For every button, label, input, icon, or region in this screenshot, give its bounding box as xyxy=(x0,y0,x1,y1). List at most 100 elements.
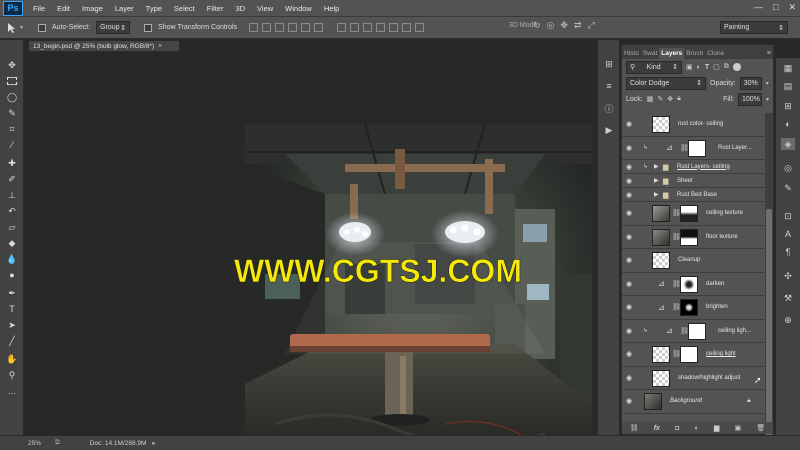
tab-brush[interactable]: Brush xyxy=(684,48,705,59)
clone-stamp-tool-icon[interactable]: ⊥ xyxy=(4,188,20,202)
pen-tool-icon[interactable]: ✒ xyxy=(4,286,20,300)
fill-input[interactable]: 100% xyxy=(737,92,762,106)
workspace-dropdown[interactable]: Painting ⇕ xyxy=(720,21,788,34)
distribute-hcenter-icon[interactable] xyxy=(389,23,399,32)
expand-arrow-icon[interactable]: ▶ xyxy=(654,163,659,170)
layer-group-row[interactable]: ◉ ▶ ▆ Sheet xyxy=(622,174,765,188)
3d-rotate-icon[interactable]: ↻ xyxy=(533,20,541,31)
navigator-panel-icon[interactable]: ⊞ xyxy=(781,100,795,112)
minimize-button[interactable]: — xyxy=(754,2,763,13)
clone-source-icon[interactable]: ⊕ xyxy=(781,314,795,326)
distribute-top-icon[interactable] xyxy=(337,23,347,32)
auto-select-dropdown[interactable]: Group ⇕ xyxy=(96,21,131,34)
actions-panel-icon[interactable]: ▶ xyxy=(602,124,616,136)
type-tool-icon[interactable]: T xyxy=(4,302,20,316)
line-tool-icon[interactable]: ╱ xyxy=(4,334,20,348)
3d-slide-icon[interactable]: ⇄ xyxy=(574,20,582,31)
tool-preset-picker[interactable]: ▾ xyxy=(6,20,32,36)
blur-tool-icon[interactable]: 💧 xyxy=(4,252,20,266)
status-menu-arrow-icon[interactable]: ▸ xyxy=(152,439,155,447)
auto-align-icon[interactable] xyxy=(415,23,425,32)
hand-tool-icon[interactable]: ✋ xyxy=(4,352,20,366)
layer-row[interactable]: ◉ ⊿ ⛓ brighten xyxy=(622,296,765,320)
eye-icon[interactable]: ◉ xyxy=(626,327,632,335)
filter-toggle-icon[interactable] xyxy=(732,63,741,71)
menu-filter[interactable]: Filter xyxy=(201,4,230,13)
status-share-icon[interactable]: ⧉ xyxy=(55,439,60,447)
chevron-down-icon[interactable]: ▾ xyxy=(766,80,769,87)
distribute-bottom-icon[interactable] xyxy=(363,23,373,32)
lock-pixels-icon[interactable]: ✎ xyxy=(657,95,663,103)
healing-brush-tool-icon[interactable]: ✚ xyxy=(4,156,20,170)
eye-icon[interactable]: ◉ xyxy=(626,191,632,199)
styles-panel-icon[interactable]: ⊡ xyxy=(781,210,795,222)
move-tool-icon[interactable]: ✥ xyxy=(4,58,20,72)
eye-icon[interactable]: ◉ xyxy=(626,256,632,264)
layer-row[interactable]: ◉ rust color- ceiling xyxy=(622,113,765,137)
align-vcenter-icon[interactable] xyxy=(262,23,272,32)
eye-icon[interactable]: ◉ xyxy=(626,177,632,185)
properties-panel-icon[interactable]: ≡ xyxy=(602,80,616,92)
new-layer-icon[interactable]: ▣ xyxy=(735,424,742,432)
tab-layers[interactable]: Layers xyxy=(659,48,685,59)
close-window-button[interactable]: ✕ xyxy=(788,2,796,13)
paths-panel-icon[interactable]: ✎ xyxy=(781,182,795,194)
layer-row[interactable]: ◉ ↳ ⊿ ⛓ Rust Layer... xyxy=(622,136,765,160)
layer-row[interactable]: ◉ ↳ ⊿ ⛓ ceiling ligh... xyxy=(622,319,765,343)
layer-row[interactable]: ◉ Cleanup xyxy=(622,249,765,273)
lock-transparency-icon[interactable]: ▦ xyxy=(647,95,654,103)
menu-view[interactable]: View xyxy=(251,4,279,13)
show-transform-checkbox[interactable] xyxy=(144,23,153,32)
brush-tool-icon[interactable]: ✐ xyxy=(4,172,20,186)
auto-select-checkbox[interactable] xyxy=(38,23,46,32)
eye-icon[interactable]: ◉ xyxy=(626,280,632,288)
color-panel-icon[interactable]: ▦ xyxy=(781,62,795,74)
menu-image[interactable]: Image xyxy=(76,4,109,13)
crop-tool-icon[interactable]: ⌗ xyxy=(4,122,20,136)
filter-pixel-icon[interactable]: ▣ xyxy=(686,63,693,71)
eye-icon[interactable]: ◉ xyxy=(626,233,632,241)
menu-layer[interactable]: Layer xyxy=(109,4,140,13)
brush-presets-icon[interactable]: ✣ xyxy=(781,270,795,282)
tab-clone[interactable]: Clone xyxy=(705,48,726,59)
trash-icon[interactable]: 🗑︎ xyxy=(756,424,765,432)
layers-scrollbar[interactable] xyxy=(765,113,773,450)
path-select-tool-icon[interactable]: ➤ xyxy=(4,318,20,332)
menu-help[interactable]: Help xyxy=(318,4,345,13)
menu-type[interactable]: Type xyxy=(140,4,168,13)
layer-group-row[interactable]: ◉ ▶ ▆ Rust Bed Base xyxy=(622,188,765,202)
kind-filter-dropdown[interactable]: ⚲ Kind ⇕ xyxy=(626,60,682,74)
maximize-button[interactable]: □ xyxy=(773,2,778,13)
eye-icon[interactable]: ◉ xyxy=(626,397,632,405)
eye-icon[interactable]: ◉ xyxy=(626,209,632,217)
menu-edit[interactable]: Edit xyxy=(51,4,76,13)
layer-row[interactable]: ◉ shadow/highlight adjust ➚ xyxy=(622,366,765,390)
tab-swatches[interactable]: Swat xyxy=(641,48,659,59)
layer-row[interactable]: ◉ ⛓ ceiling light xyxy=(622,343,765,367)
align-left-icon[interactable] xyxy=(288,23,298,32)
3d-roll-icon[interactable]: ◎ xyxy=(547,20,555,31)
info-panel-icon[interactable]: ⓘ xyxy=(602,102,616,114)
align-hcenter-icon[interactable] xyxy=(301,23,311,32)
align-bottom-icon[interactable] xyxy=(275,23,285,32)
filter-smart-icon[interactable]: ⧉ xyxy=(724,63,729,71)
eye-icon[interactable]: ◉ xyxy=(626,350,632,358)
new-adjustment-icon[interactable]: ◐ xyxy=(695,425,699,432)
history-brush-tool-icon[interactable]: ↶ xyxy=(4,204,20,218)
history-panel-icon[interactable]: ⊞ xyxy=(602,58,616,70)
scrollbar-thumb[interactable] xyxy=(766,209,772,450)
link-layers-icon[interactable]: ⛓ xyxy=(630,424,639,432)
zoom-level[interactable]: 25% xyxy=(28,440,41,447)
more-tools-icon[interactable]: … xyxy=(4,384,20,398)
chevron-down-icon[interactable]: ▾ xyxy=(766,96,769,103)
eyedropper-tool-icon[interactable]: ⁄ xyxy=(4,138,20,152)
dodge-tool-icon[interactable]: ● xyxy=(4,268,20,282)
eye-icon[interactable]: ◉ xyxy=(626,163,632,171)
3d-pan-icon[interactable]: ✥ xyxy=(560,20,568,31)
marquee-tool-icon[interactable] xyxy=(4,74,20,88)
new-group-icon[interactable]: ▆ xyxy=(714,424,719,432)
filter-type-icon[interactable]: T xyxy=(705,64,709,71)
add-mask-icon[interactable]: ◘ xyxy=(675,425,679,432)
character-panel-icon[interactable]: A xyxy=(781,228,795,240)
distribute-vcenter-icon[interactable] xyxy=(350,23,360,32)
